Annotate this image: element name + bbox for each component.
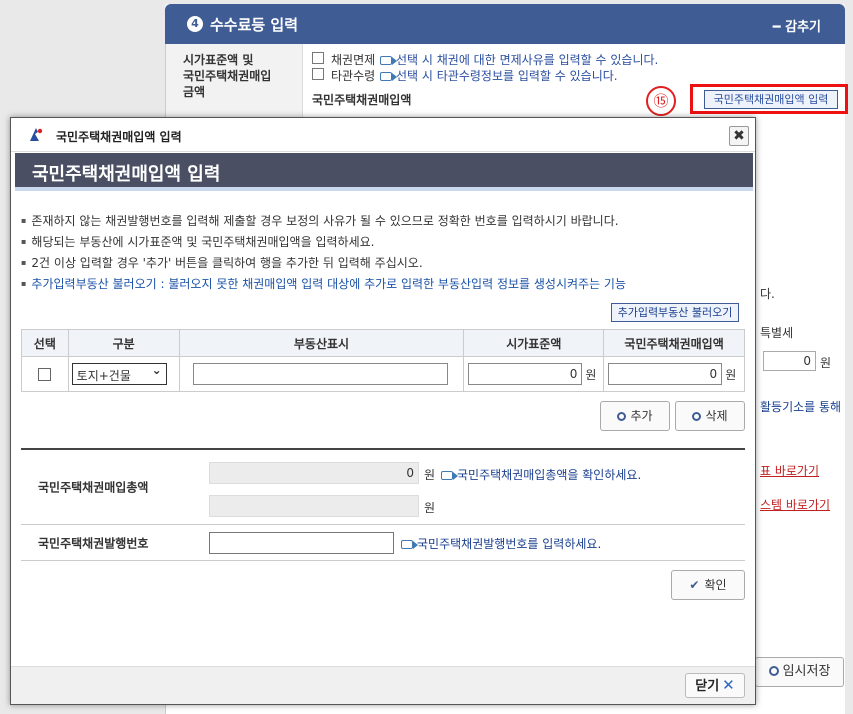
modal-titlebar: 국민주택채권매입액 입력 ✖ (11, 118, 755, 152)
arrow-icon (401, 540, 418, 549)
add-row-button[interactable]: 추가 (600, 401, 670, 431)
notice-item: 존재하지 않는 채권발행번호를 입력해 제출할 경우 보정의 사유가 될 수 있… (21, 214, 741, 228)
check-icon: ✔ (689, 578, 700, 592)
bg-text-2: 특별세 (760, 326, 794, 340)
bond-table: 선택 구분 부동산표시 시가표준액 국민주택채권매입액 토지+건물 0원 0원 (21, 329, 745, 392)
bg-text-1: 다. (760, 287, 775, 301)
select-cell (21, 356, 69, 392)
issue-number-hint: 국민주택채권발행번호를 입력하세요. (401, 535, 601, 552)
modal-hero-title: 국민주택채권매입액 입력 (32, 164, 221, 185)
collapse-button[interactable]: ━ 감추기 (773, 16, 821, 35)
col-category: 구분 (67, 329, 180, 357)
other-office-hint: 선택 시 타관수령정보를 입력할 수 있습니다. (380, 67, 618, 84)
arrow-icon (441, 471, 458, 480)
modal-window-title: 국민주택채권매입액 입력 (56, 130, 182, 144)
footer-close-button[interactable]: 닫기 ✕ (685, 673, 745, 698)
bg-text-3: 활등기소를 통해 (760, 400, 842, 414)
bond-amount-input[interactable]: 0 (608, 363, 723, 385)
modal-close-icon[interactable]: ✖ (729, 126, 749, 146)
other-office-label: 타관수령 (331, 69, 376, 83)
arrow-icon (380, 72, 397, 81)
summary-section: 국민주택채권매입총액 0 원 국민주택채권매입총액을 확인하세요. 원 국민주택… (21, 448, 745, 561)
modal-footer: 닫기 ✕ (11, 666, 755, 704)
notice-item: 2건 이상 입력할 경우 '추가' 버튼을 클릭하여 행을 추가한 뒤 입력해 … (21, 256, 741, 270)
standard-price-input[interactable]: 0 (468, 363, 583, 385)
bond-amount-cell: 0원 (603, 356, 745, 392)
unit-label: 원 (725, 367, 737, 382)
temp-save-button[interactable]: 임시저장 (755, 657, 844, 687)
table-header-row: 선택 구분 부동산표시 시가표준액 국민주택채권매입액 (21, 329, 745, 357)
close-x-icon: ✕ (722, 676, 735, 694)
total-amount-field-2 (209, 495, 419, 517)
issue-number-input[interactable] (209, 532, 394, 554)
row-select-checkbox[interactable] (38, 367, 52, 381)
exempt-checkbox[interactable] (312, 52, 324, 64)
notice-item: 해당되는 부동산에 시가표준액 및 국민주택채권매입액을 입력하세요. (21, 235, 741, 249)
bg-link-2[interactable]: 스템 바로가기 (760, 496, 830, 513)
total-unit: 원 (424, 468, 436, 482)
bg-unit: 원 (820, 356, 832, 370)
col-bond-amount: 국민주택채권매입액 (603, 329, 745, 357)
bond-input-modal: 국민주택채권매입액 입력 ✖ 국민주택채권매입액 입력 존재하지 않는 채권발행… (10, 117, 756, 705)
modal-hero-banner: 국민주택채권매입액 입력 (15, 153, 753, 191)
court-logo-icon (30, 128, 43, 141)
dot-icon (768, 666, 779, 676)
bg-special-tax-input[interactable]: 0 (763, 351, 816, 371)
dot-icon (692, 412, 702, 421)
category-cell: 토지+건물 (67, 356, 180, 392)
col-standard-price: 시가표준액 (463, 329, 605, 357)
total-unit-2: 원 (424, 501, 436, 515)
notice-list: 존재하지 않는 채권발행번호를 입력해 제출할 경우 보정의 사유가 될 수 있… (21, 214, 741, 298)
total-label: 국민주택채권매입총액 (21, 450, 199, 524)
issue-number-row: 국민주택채권발행번호 국민주택채권발행번호를 입력하세요. (21, 525, 745, 561)
open-bond-input-button[interactable]: 국민주택채권매입액 입력 (704, 90, 838, 109)
total-row: 국민주택채권매입총액 0 원 국민주택채권매입총액을 확인하세요. 원 (21, 450, 745, 525)
annotation-number: ⑮ (646, 86, 676, 116)
standard-price-cell: 0원 (463, 356, 605, 392)
property-cell (178, 356, 465, 392)
total-hint: 국민주택채권매입총액을 확인하세요. (441, 466, 641, 483)
property-input[interactable] (192, 363, 448, 385)
col-property: 부동산표시 (178, 329, 465, 357)
col-select: 선택 (21, 329, 69, 357)
issue-number-label: 국민주택채권발행번호 (21, 525, 199, 560)
exempt-label: 채권면제 (331, 53, 376, 67)
section-header: 4 수수료등 입력 ━ 감추기 (165, 4, 845, 44)
confirm-button[interactable]: ✔ 확인 (671, 570, 745, 600)
total-amount-field: 0 (209, 462, 419, 484)
load-extra-property-button[interactable]: 추가입력부동산 불러오기 (611, 303, 739, 322)
delete-row-button[interactable]: 삭제 (675, 401, 745, 431)
exempt-hint: 선택 시 채권에 대한 면제사유를 입력할 수 있습니다. (380, 51, 658, 68)
unit-label: 원 (585, 367, 597, 382)
bg-link-1[interactable]: 표 바로가기 (760, 462, 819, 479)
purchase-amount-label: 국민주택채권매입액 (312, 93, 412, 107)
arrow-icon (380, 56, 397, 65)
category-select[interactable]: 토지+건물 (71, 363, 167, 385)
other-office-checkbox[interactable] (312, 68, 324, 80)
dot-icon (617, 412, 627, 421)
row-label: 시가표준액 및 국민주택채권매입 금액 (183, 53, 272, 99)
section-number-badge: 4 (187, 16, 203, 32)
section-title: 수수료등 입력 (210, 16, 299, 34)
table-row: 토지+건물 0원 0원 (21, 356, 745, 392)
notice-item: 추가입력부동산 불러오기 : 불러오지 못한 채권매입액 입력 대상에 추가로 … (21, 277, 741, 291)
